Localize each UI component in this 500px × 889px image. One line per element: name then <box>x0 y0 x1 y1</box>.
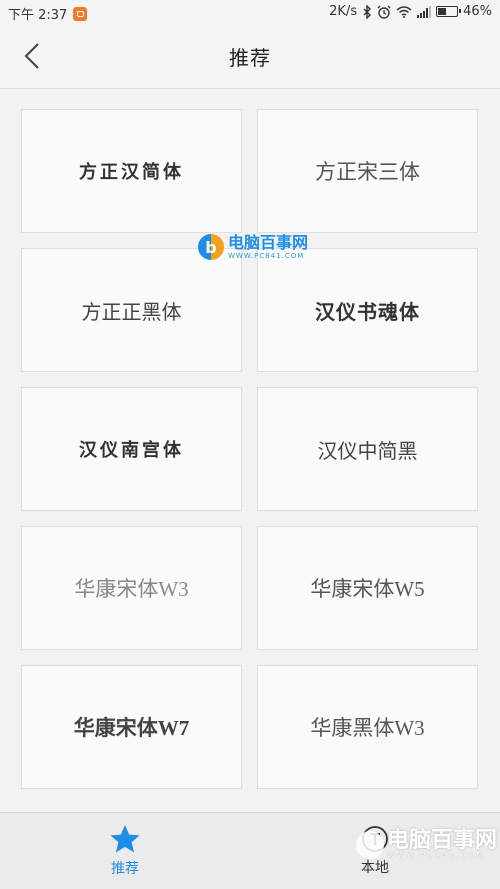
watermark-logo-icon: b <box>198 234 224 260</box>
font-card[interactable]: 华康黑体W3 <box>257 665 478 789</box>
watermark-bottom: 电脑百事网 WWW.PC841.COM <box>356 830 497 860</box>
watermark: b 电脑百事网 WWW.PC841.COM <box>198 234 308 260</box>
watermark-name: 电脑百事网 <box>228 232 309 252</box>
bluetooth-icon <box>362 4 372 19</box>
font-name: 华康宋体W5 <box>310 577 425 601</box>
font-name: 汉仪书魂体 <box>315 299 420 324</box>
font-card[interactable]: 方正正黑体 <box>21 248 242 372</box>
tab-recommend[interactable]: 推荐 <box>0 813 250 889</box>
font-card[interactable]: 方正宋三体 <box>257 109 478 233</box>
star-icon <box>110 825 140 853</box>
font-name: 华康黑体W3 <box>310 716 425 740</box>
font-name: 方正正黑体 <box>81 299 182 324</box>
font-card[interactable]: 方正汉简体 <box>21 109 242 233</box>
font-name: 方正汉简体 <box>79 162 184 183</box>
signal-icon <box>417 5 432 18</box>
font-card[interactable]: 汉仪南宫体 <box>21 387 242 511</box>
alarm-icon <box>377 5 391 19</box>
font-name: 汉仪中简黑 <box>317 438 418 463</box>
font-card[interactable]: 华康宋体W7 <box>21 665 242 789</box>
net-speed: 2K/s <box>329 4 358 19</box>
font-name: 华康宋体W7 <box>73 716 190 740</box>
battery-percent: 46% <box>463 4 492 19</box>
watermark-url: WWW.PC841.COM <box>387 851 486 860</box>
font-name: 汉仪南宫体 <box>79 440 184 461</box>
watermark-url: WWW.PC841.COM <box>228 251 305 260</box>
font-card[interactable]: 华康宋体W5 <box>257 526 478 650</box>
watermark-logo-icon <box>356 831 384 859</box>
watermark-name: 电脑百事网 <box>387 828 498 853</box>
tab-label: 推荐 <box>111 861 139 877</box>
status-left: 下午 2:37 <box>8 4 88 23</box>
font-name: 方正宋三体 <box>315 160 420 184</box>
font-card[interactable]: 汉仪书魂体 <box>257 248 478 372</box>
status-bar: 下午 2:37 2K/s 46% <box>0 0 500 24</box>
wifi-icon <box>396 5 412 18</box>
font-card[interactable]: 汉仪中简黑 <box>257 387 478 511</box>
battery-icon <box>436 6 462 17</box>
font-card[interactable]: 华康宋体W3 <box>21 526 242 650</box>
app-notification-icon <box>73 6 88 21</box>
nav-bar: 推荐 <box>0 24 500 89</box>
status-time: 下午 2:37 <box>8 8 68 23</box>
page-title: 推荐 <box>229 46 271 70</box>
status-right: 2K/s 46% <box>329 4 492 19</box>
font-name: 华康宋体W3 <box>74 577 189 601</box>
tab-label: 本地 <box>361 860 389 876</box>
font-grid: 方正汉简体 方正宋三体 方正正黑体 汉仪书魂体 汉仪南宫体 汉仪中简黑 华康宋体… <box>21 109 478 789</box>
